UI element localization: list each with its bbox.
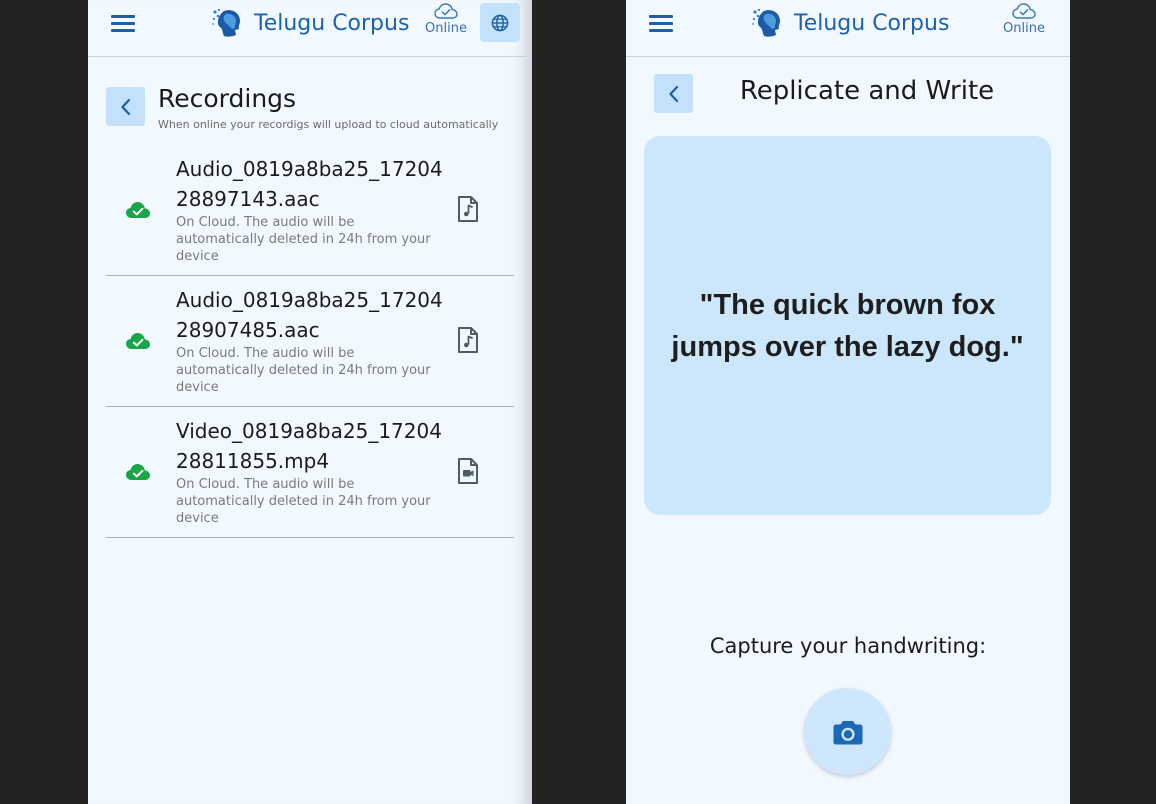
online-label: Online: [425, 21, 467, 36]
cloud-check-icon: [126, 464, 150, 480]
replicate-screen: Telugu Corpus Online Replicate and Write…: [626, 0, 1070, 804]
cloud-check-icon: [126, 202, 150, 218]
recording-item[interactable]: Video_0819a8ba25_1720428811855.mp4 On Cl…: [106, 407, 514, 538]
recording-description: On Cloud. The audio will be automaticall…: [176, 215, 431, 264]
cloud-check-icon: [1012, 3, 1036, 19]
app-brand: Telugu Corpus: [210, 6, 409, 40]
back-button[interactable]: [106, 87, 145, 126]
capture-label: Capture your handwriting:: [709, 634, 987, 658]
online-status: Online: [999, 2, 1049, 36]
cloud-check-icon: [126, 333, 150, 349]
app-logo: [752, 8, 780, 37]
capture-button[interactable]: [804, 688, 891, 775]
chevron-left-icon: [120, 98, 130, 115]
audio-file-icon[interactable]: [457, 326, 479, 354]
recording-item[interactable]: Audio_0819a8ba25_1720428897143.aac On Cl…: [106, 145, 514, 276]
menu-icon[interactable]: [649, 13, 673, 33]
recording-item[interactable]: Audio_0819a8ba25_1720428907485.aac On Cl…: [106, 276, 514, 407]
recordings-list: Audio_0819a8ba25_1720428897143.aac On Cl…: [106, 145, 514, 538]
recording-description: On Cloud. The audio will be automaticall…: [176, 477, 431, 526]
globe-icon: [491, 14, 509, 31]
app-title: Telugu Corpus: [254, 10, 410, 36]
page-subtitle: When online your recordigs will upload t…: [158, 118, 499, 131]
page-title: Replicate and Write: [739, 76, 995, 106]
online-status: Online: [421, 2, 471, 36]
recording-description: On Cloud. The audio will be automaticall…: [176, 346, 431, 395]
cloud-check-icon: [434, 3, 458, 19]
camera-icon: [833, 720, 862, 744]
video-file-icon[interactable]: [457, 457, 479, 485]
audio-file-icon[interactable]: [457, 195, 479, 223]
quote-card: "The quick brown fox jumps over the lazy…: [644, 136, 1051, 515]
language-button[interactable]: [480, 3, 520, 42]
app-bar: Telugu Corpus Online: [88, 0, 532, 57]
app-bar: Telugu Corpus Online: [626, 0, 1070, 57]
app-logo: [212, 8, 240, 37]
quote-text: "The quick brown fox jumps over the lazy…: [671, 288, 1024, 363]
recording-name: Video_0819a8ba25_1720428811855.mp4: [176, 419, 442, 473]
app-title: Telugu Corpus: [794, 10, 950, 36]
recordings-screen: Telugu Corpus Online Recordings When onl…: [88, 0, 532, 804]
online-label: Online: [1003, 21, 1045, 36]
recording-name: Audio_0819a8ba25_1720428907485.aac: [176, 288, 443, 342]
app-brand: Telugu Corpus: [750, 6, 949, 40]
page-title: Recordings: [158, 84, 297, 113]
recording-name: Audio_0819a8ba25_1720428897143.aac: [176, 157, 443, 211]
menu-icon[interactable]: [111, 13, 135, 33]
